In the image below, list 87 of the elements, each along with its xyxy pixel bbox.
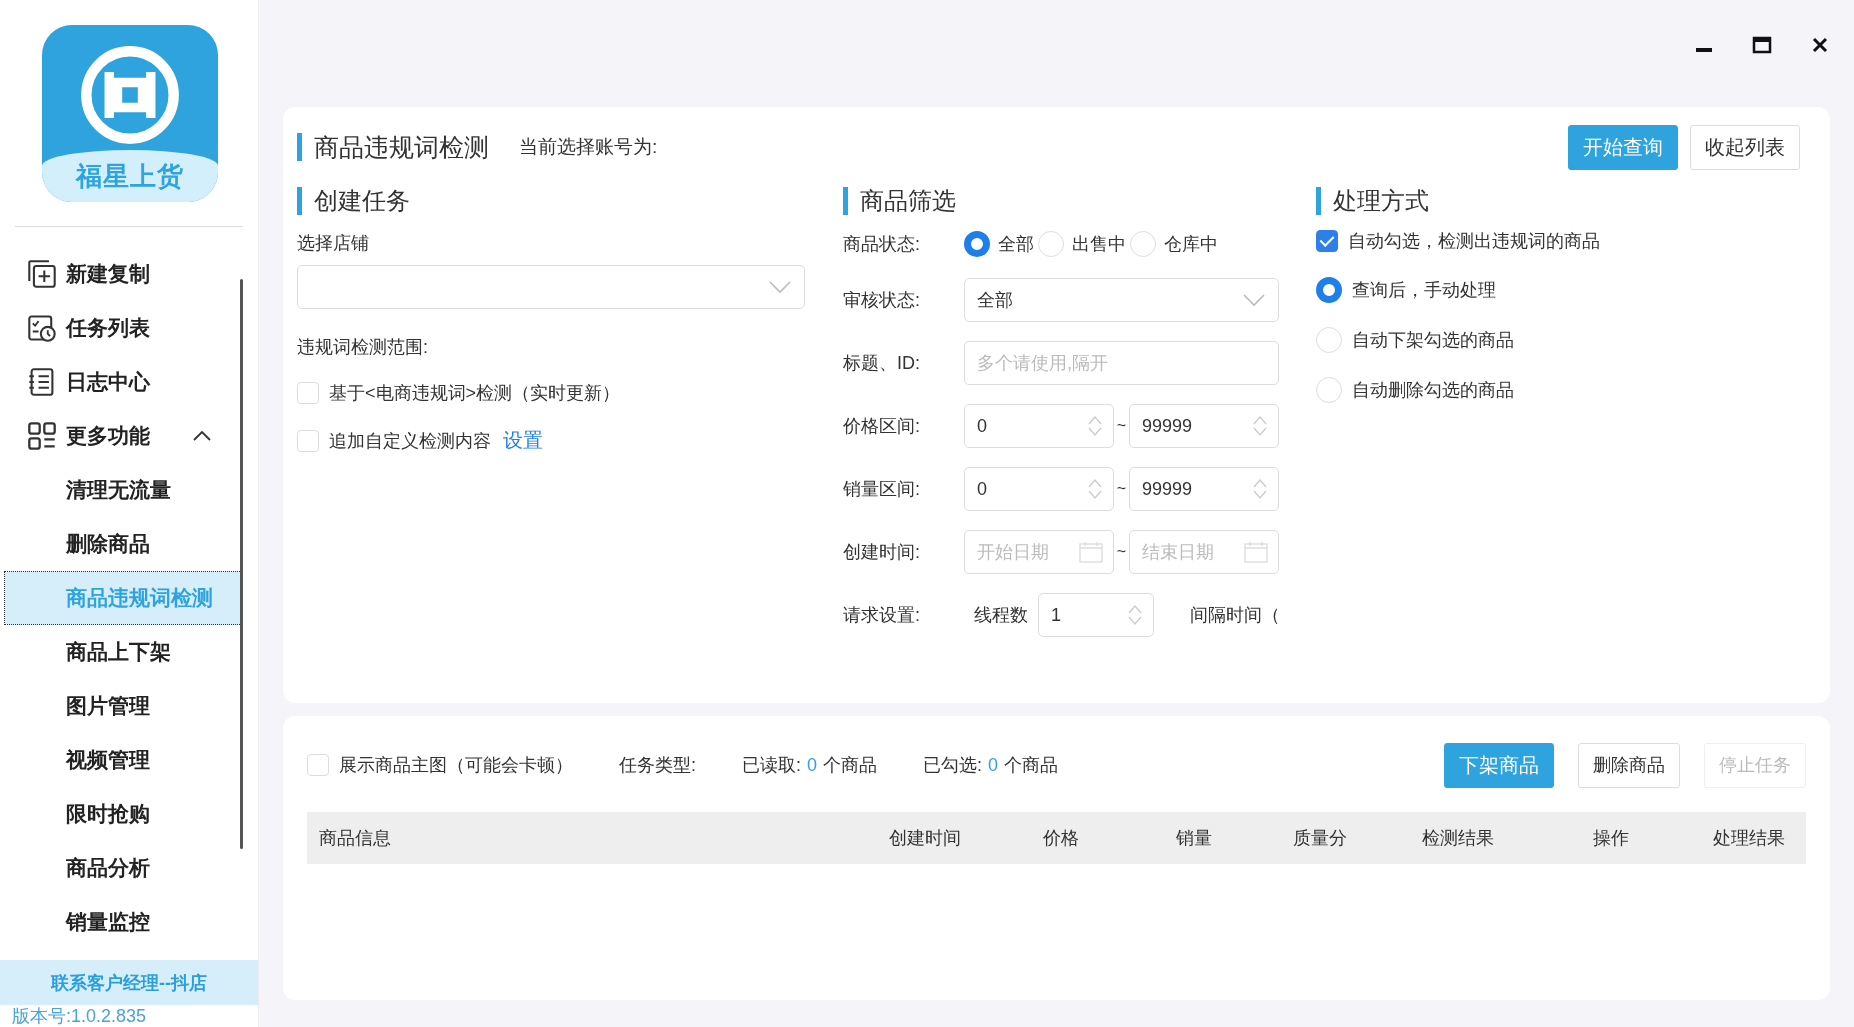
- version-text: 版本号:1.0.2.835: [11, 1005, 148, 1027]
- chevron-down-icon: [768, 280, 792, 294]
- column-header: 质量分: [1292, 827, 1348, 850]
- spinner-icon: [1252, 477, 1268, 501]
- field-label: 创建时间:: [843, 541, 921, 564]
- checkbox-label: 追加自定义检测内容: [329, 429, 491, 453]
- checkbox-label: 基于<电商违规词>检测（实时更新）: [329, 382, 621, 405]
- spinner-icon: [1087, 414, 1103, 438]
- store-select[interactable]: [297, 265, 805, 309]
- read-count: 0: [807, 754, 818, 776]
- sidebar-subitem[interactable]: 清理无流量: [0, 463, 258, 517]
- checkbox-label: 展示商品主图（可能会卡顿）: [339, 754, 573, 777]
- range-separator: ~: [1115, 543, 1128, 561]
- sales-min-field[interactable]: 0: [964, 467, 1114, 511]
- task-type-label: 任务类型:: [619, 754, 696, 777]
- field-label: 审核状态:: [843, 289, 921, 312]
- field-label: 销量区间:: [843, 478, 921, 501]
- sidebar-subitem[interactable]: 删除商品: [0, 517, 258, 571]
- review-status-select[interactable]: 全部: [964, 278, 1279, 322]
- field-label: 请求设置:: [843, 604, 921, 627]
- settings-link[interactable]: 设置: [503, 427, 543, 454]
- new-copy-icon: [27, 259, 57, 289]
- column-header: 价格: [1042, 827, 1080, 850]
- sidebar-subitem[interactable]: 商品分析: [0, 841, 258, 895]
- column-header: 操作: [1592, 827, 1630, 850]
- column-header: 处理结果: [1711, 827, 1786, 850]
- spinner-icon: [1252, 414, 1268, 438]
- sidebar-subitem[interactable]: 商品上下架: [0, 625, 258, 679]
- sidebar-item[interactable]: 任务列表: [0, 301, 258, 355]
- column-header: 创建时间: [888, 827, 962, 850]
- radio-label: 自动删除勾选的商品: [1352, 379, 1514, 402]
- sidebar-subitem[interactable]: 视频管理: [0, 733, 258, 787]
- radio-label: 查询后，手动处理: [1352, 279, 1496, 302]
- section-heading: 创建任务: [297, 187, 410, 215]
- page-title: 商品违规词检测: [297, 133, 489, 161]
- threads-field[interactable]: 1: [1038, 593, 1154, 637]
- range-separator: ~: [1115, 417, 1128, 435]
- logo-text: 福星上货: [76, 159, 184, 193]
- checked-unit: 个商品: [1004, 754, 1059, 777]
- interval-label: 间隔时间（: [1190, 604, 1280, 627]
- checkbox-label: 自动勾选，检测出违规词的商品: [1348, 230, 1600, 253]
- radio-label: 全部: [998, 233, 1034, 256]
- column-header: 检测结果: [1420, 827, 1495, 850]
- calendar-icon: [1244, 541, 1268, 563]
- sales-max-field[interactable]: 99999: [1129, 467, 1279, 511]
- chevron-down-icon: [1242, 293, 1266, 307]
- spinner-icon: [1127, 603, 1143, 627]
- radio-label: 仓库中: [1164, 233, 1218, 256]
- section-heading: 处理方式: [1316, 187, 1429, 215]
- section-heading: 商品筛选: [843, 187, 956, 215]
- header-button[interactable]: 收起列表: [1690, 124, 1800, 170]
- logo-emblem-icon: [78, 43, 182, 147]
- radio-button[interactable]: [964, 231, 990, 257]
- sidebar-item[interactable]: 日志中心: [0, 355, 258, 409]
- checked-count: 0: [988, 754, 999, 776]
- maximize-icon[interactable]: [1752, 35, 1772, 55]
- price-min-field[interactable]: 0: [964, 404, 1114, 448]
- field-label: 标题、ID:: [843, 352, 921, 375]
- account-label: 当前选择账号为:: [519, 135, 658, 159]
- range-separator: ~: [1115, 480, 1128, 498]
- column-header: 商品信息: [318, 827, 392, 850]
- radio-label: 自动下架勾选的商品: [1352, 329, 1514, 352]
- close-icon[interactable]: [1810, 35, 1830, 55]
- store-label: 选择店铺: [297, 232, 370, 255]
- checked-label: 已勾选:: [923, 754, 983, 777]
- read-label: 已读取:: [742, 754, 802, 777]
- task-list-icon: [27, 313, 57, 343]
- grid-icon: [27, 421, 57, 451]
- column-header: 销量: [1174, 827, 1213, 850]
- sidebar-item[interactable]: 更多功能: [0, 409, 258, 463]
- sidebar-subitem[interactable]: 销量监控: [0, 895, 258, 949]
- radio-button[interactable]: [1316, 277, 1342, 303]
- radio-label: 出售中: [1072, 233, 1126, 256]
- sidebar-subitem[interactable]: 限时抢购: [0, 787, 258, 841]
- sidebar-subitem[interactable]: 图片管理: [0, 679, 258, 733]
- action-button[interactable]: 删除商品: [1578, 742, 1680, 788]
- sidebar-item[interactable]: 新建复制: [0, 247, 258, 301]
- title-id-field[interactable]: 多个请使用,隔开: [964, 341, 1279, 385]
- field-label: 价格区间:: [843, 415, 921, 438]
- checkbox[interactable]: [1316, 230, 1338, 252]
- read-unit: 个商品: [823, 754, 878, 777]
- field-label: 商品状态:: [843, 233, 921, 256]
- threads-label: 线程数: [974, 604, 1028, 627]
- calendar-icon: [1079, 541, 1103, 563]
- price-max-field[interactable]: 99999: [1129, 404, 1279, 448]
- scope-label: 违规词检测范围:: [297, 336, 429, 359]
- spinner-icon: [1087, 477, 1103, 501]
